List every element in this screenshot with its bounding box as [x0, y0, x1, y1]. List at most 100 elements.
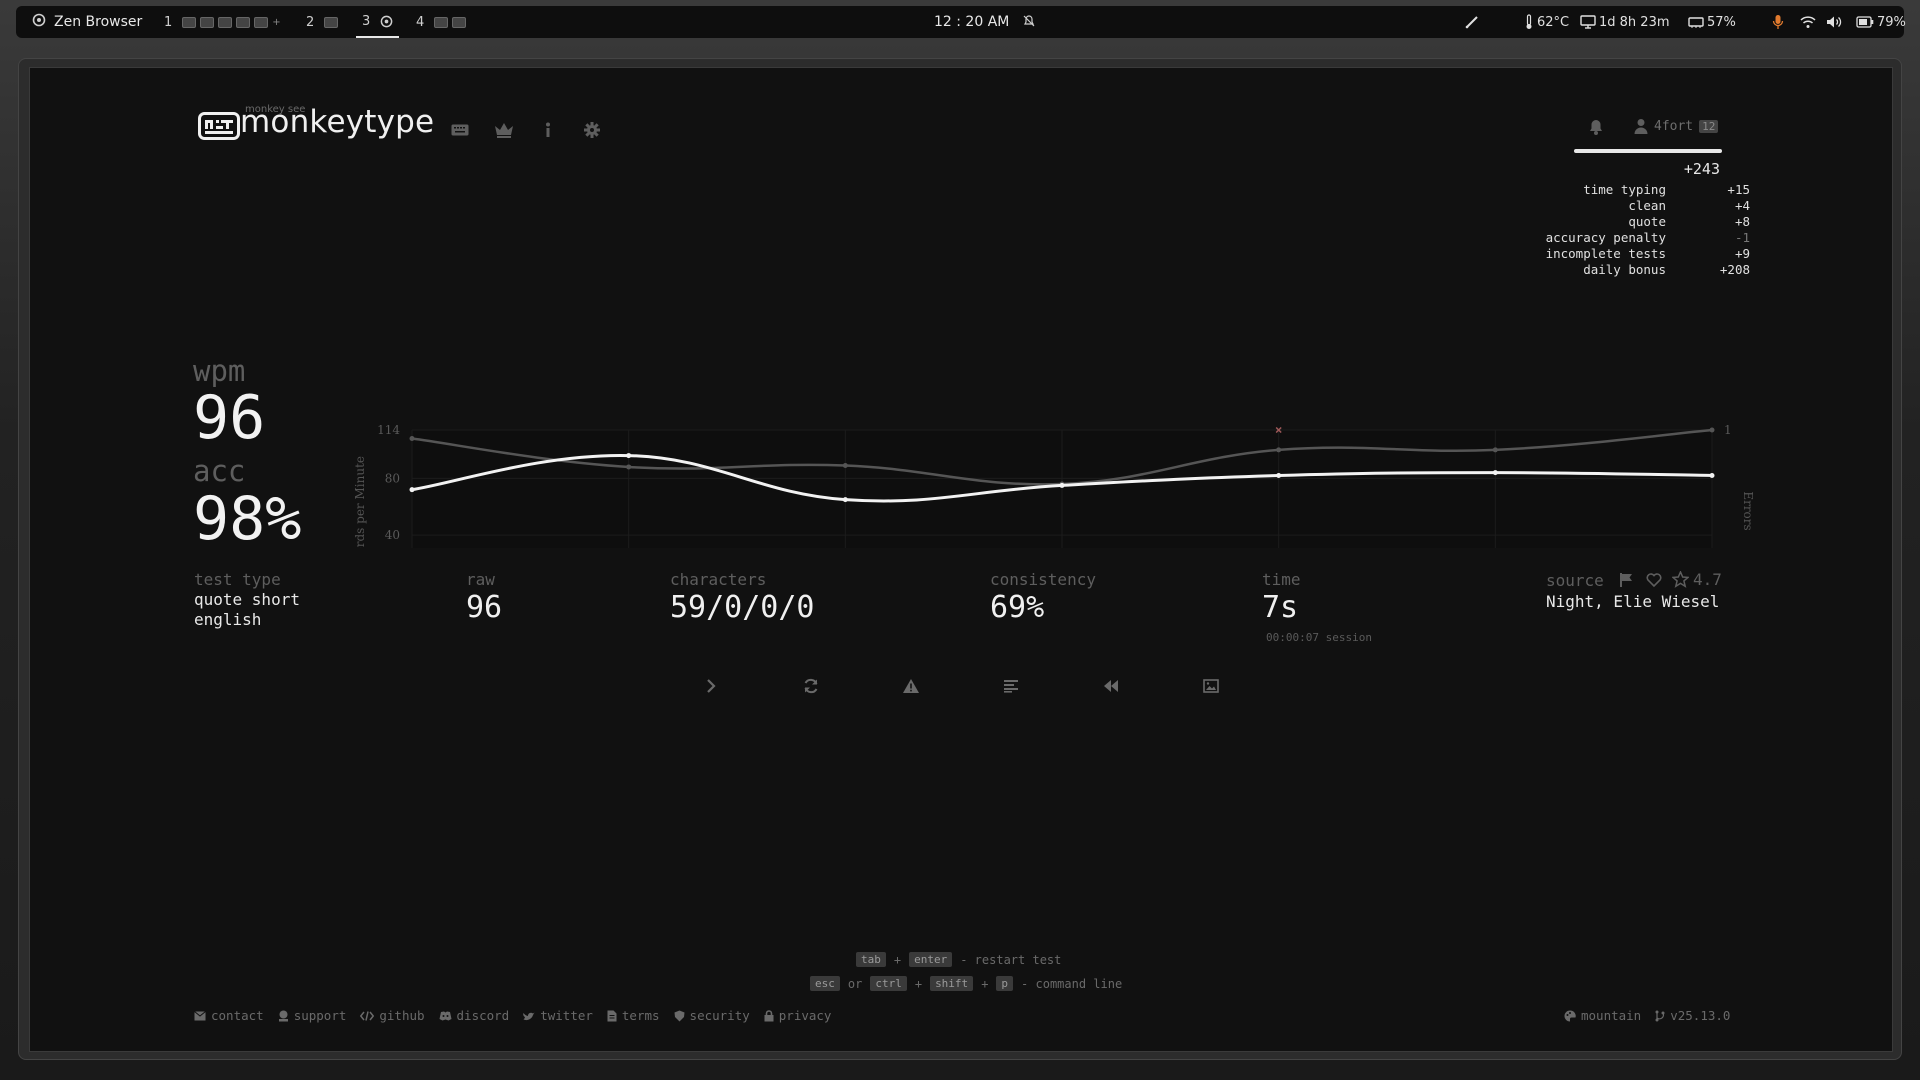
microphone-indicator[interactable]: [1772, 6, 1787, 38]
envelope-icon: [194, 1010, 206, 1020]
color-picker[interactable]: [1464, 6, 1483, 38]
active-app-title: Zen Browser: [54, 14, 143, 30]
privacy-link[interactable]: privacy: [764, 1008, 831, 1023]
characters-value[interactable]: 59/0/0/0: [670, 590, 815, 625]
source-label: source: [1546, 571, 1604, 590]
data-point-raw: [842, 463, 848, 469]
flag-icon: [1620, 573, 1632, 587]
window-thumb-icon: [254, 16, 269, 28]
data-point-raw: [1276, 447, 1282, 453]
workspace-2[interactable]: 2: [306, 6, 339, 38]
support-link[interactable]: support: [278, 1008, 346, 1023]
consistency-label: consistency: [990, 570, 1096, 589]
window-thumb-icon: [236, 16, 251, 28]
window-thumb-icon: [218, 16, 233, 28]
plus-icon: +: [272, 16, 281, 28]
y-tick-label: 80: [385, 471, 400, 485]
discord-link[interactable]: discord: [439, 1008, 509, 1023]
command-hint-text: - command line: [1021, 976, 1123, 991]
ctrl-key: ctrl: [870, 976, 907, 991]
theme-button[interactable]: mountain: [1564, 1008, 1641, 1023]
account-button[interactable]: 4fort 12: [1634, 118, 1719, 134]
code-icon: [360, 1010, 375, 1021]
notifications-off-icon[interactable]: [1022, 14, 1036, 28]
monkeytype-page: monkey see monkeytype 4fort 12 +243 time…: [29, 67, 1893, 1052]
test-nav-button[interactable]: [448, 118, 472, 142]
xp-breakdown-row: incomplete tests +9: [1545, 246, 1750, 261]
workspace-4[interactable]: 4: [416, 6, 467, 38]
leaderboards-nav-button[interactable]: [492, 118, 516, 142]
about-nav-button[interactable]: [536, 118, 560, 142]
memory-indicator[interactable]: 57%: [1688, 6, 1736, 38]
raw-label: raw: [466, 570, 495, 589]
palette-icon: [1564, 1009, 1576, 1021]
data-point-raw: [409, 436, 415, 442]
restart-hint-text: - restart test: [960, 952, 1062, 967]
workspace-3[interactable]: 3: [356, 6, 400, 38]
settings-nav-button[interactable]: [580, 118, 604, 142]
github-link[interactable]: github: [360, 1008, 425, 1023]
show-words-history-button[interactable]: [996, 671, 1026, 701]
data-point-wpm: [842, 497, 848, 503]
bell-icon: [1590, 120, 1602, 135]
quote-rating: 4.7: [1693, 570, 1722, 589]
restart-test-button[interactable]: [796, 671, 826, 701]
pen-icon: [1465, 16, 1478, 29]
favorite-quote-button[interactable]: [1646, 572, 1662, 592]
footer-links: contact support github discord twitter t…: [194, 1008, 831, 1023]
git-branch-icon: [1655, 1010, 1665, 1021]
acc-value[interactable]: 98%: [193, 484, 301, 554]
twitter-link[interactable]: twitter: [523, 1008, 593, 1023]
y-tick-label: 40: [385, 528, 400, 542]
command-line-hint: esc or ctrl + shift + p - command line: [810, 976, 1122, 991]
contact-link[interactable]: contact: [194, 1008, 264, 1023]
save-screenshot-button[interactable]: [1196, 671, 1226, 701]
browser-app-icon: [380, 15, 393, 27]
info-icon: [546, 122, 550, 137]
star-icon: [1672, 571, 1689, 588]
tab-key: tab: [856, 952, 886, 967]
terms-link[interactable]: terms: [607, 1008, 660, 1023]
characters-label: characters: [670, 570, 767, 589]
user-icon: [1634, 119, 1648, 134]
consistency-value[interactable]: 69%: [990, 590, 1044, 625]
version-button[interactable]: v25.13.0: [1655, 1008, 1730, 1023]
practice-mistakes-button[interactable]: [896, 671, 926, 701]
browser-app-icon[interactable]: [32, 13, 46, 31]
crown-icon: [495, 123, 513, 138]
workspace-1[interactable]: 1 +: [164, 6, 281, 38]
data-point-wpm: [1059, 482, 1065, 488]
raw-value[interactable]: 96: [466, 590, 502, 625]
battery-indicator[interactable]: 79%: [1856, 6, 1906, 38]
footer-meta: mountain v25.13.0: [1564, 1008, 1730, 1023]
window-thumb-icon: [452, 16, 467, 28]
data-point-raw: [1492, 447, 1498, 453]
rate-quote-button[interactable]: 4.7: [1672, 570, 1722, 589]
watch-replay-button[interactable]: [1096, 671, 1126, 701]
data-point-wpm: [1276, 472, 1282, 478]
notifications-button[interactable]: [1588, 118, 1604, 140]
uptime-indicator[interactable]: 1d 8h 23m: [1580, 6, 1670, 38]
xp-gain-total: +243: [1683, 160, 1720, 178]
security-link[interactable]: security: [674, 1008, 750, 1023]
volume-indicator[interactable]: [1826, 6, 1845, 38]
next-test-button[interactable]: [696, 671, 726, 701]
p-key: p: [996, 976, 1014, 991]
xp-breakdown-row: daily bonus +208: [1583, 262, 1750, 277]
time-value[interactable]: 7s: [1262, 590, 1298, 625]
wpm-value[interactable]: 96: [193, 383, 265, 453]
shift-key: shift: [930, 976, 974, 991]
browser-window: monkey see monkeytype 4fort 12 +243 time…: [18, 58, 1902, 1060]
wpm-chart[interactable]: 04080114011234567 Words per Minute Error…: [330, 348, 1760, 548]
temperature-indicator[interactable]: 62°C: [1524, 6, 1569, 38]
clock[interactable]: 12 : 20 AM: [934, 6, 1036, 38]
report-quote-button[interactable]: [1618, 572, 1634, 592]
keyboard-logo-icon[interactable]: [198, 112, 240, 140]
logo-text[interactable]: monkeytype: [240, 104, 434, 140]
data-point-raw: [626, 464, 632, 470]
battery-icon: [1856, 16, 1874, 28]
heart-icon: [1646, 573, 1662, 588]
image-icon: [1203, 679, 1219, 693]
xp-breakdown-row: quote +8: [1628, 214, 1750, 229]
wifi-indicator[interactable]: [1800, 6, 1819, 38]
